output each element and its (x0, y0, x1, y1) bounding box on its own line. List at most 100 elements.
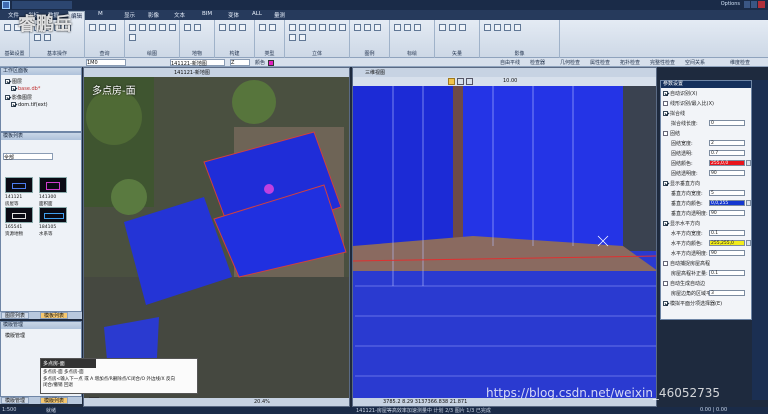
tab-template-manager[interactable]: 模版管理 (1, 397, 30, 404)
stereo-icon[interactable] (339, 24, 346, 31)
zoom-level[interactable]: 20.4% (254, 399, 270, 405)
color-picker-button[interactable] (746, 160, 751, 166)
parameter-value-field[interactable]: 255,255,0 (709, 240, 745, 246)
parameter-value-field[interactable]: 0.1 (709, 230, 745, 236)
menu-text[interactable]: 文本 (172, 11, 187, 19)
undo-icon[interactable] (34, 34, 41, 41)
stereo-icon[interactable] (289, 24, 296, 31)
template-filter-dropdown[interactable]: 全部 (3, 153, 53, 161)
template-thumb[interactable] (5, 177, 33, 193)
menu-image[interactable]: 影像 (146, 11, 161, 19)
tree-item-layers[interactable]: 图层 (5, 78, 22, 85)
parameter-value-field[interactable]: 0 (709, 120, 745, 126)
tree-item-image-layers[interactable]: 影像图层 (5, 94, 32, 101)
checkbox[interactable] (663, 301, 668, 306)
point-icon[interactable] (169, 24, 176, 31)
check-item-1[interactable]: 自由平线 (500, 59, 520, 66)
checkbox[interactable] (663, 91, 668, 96)
legend-icon[interactable] (374, 24, 381, 31)
app-icon[interactable] (2, 1, 10, 9)
feature-icon[interactable] (194, 24, 201, 31)
mark-icon[interactable] (404, 24, 411, 31)
check-item-4[interactable]: 属性检查 (590, 59, 610, 66)
map-dropdown[interactable]: 141121-新地图 (170, 59, 225, 67)
checkbox[interactable] (663, 221, 668, 226)
menu-measure[interactable]: 量测 (272, 11, 287, 19)
parameter-value-field[interactable]: 2 (709, 140, 745, 146)
build-icon[interactable] (219, 24, 226, 31)
parameter-value-field[interactable]: 0.1 (709, 270, 745, 276)
checkbox[interactable] (663, 181, 668, 186)
line-icon[interactable] (129, 24, 136, 31)
stereo-icon[interactable] (289, 34, 296, 41)
three-d-zoom[interactable]: 10.00 (503, 78, 517, 84)
window-controls[interactable] (744, 1, 766, 9)
menu-variant[interactable]: 变体 (226, 11, 241, 19)
tool-icon[interactable] (466, 78, 473, 85)
tab-template-list2[interactable]: 模版列表 (40, 397, 69, 404)
vector-icon[interactable] (449, 24, 456, 31)
check-item-3[interactable]: 几何检查 (560, 59, 580, 66)
feature-icon[interactable] (184, 24, 191, 31)
parameter-value-field[interactable]: 0,0,255 (709, 200, 745, 206)
tree-item-dom[interactable]: dom.tif(ext) (11, 102, 48, 108)
color-swatch[interactable] (268, 60, 274, 66)
circle-icon[interactable] (159, 24, 166, 31)
check-item-2[interactable]: 检查器 (530, 59, 545, 66)
check-item-7[interactable]: 空间关系 (685, 59, 705, 66)
three-d-view[interactable]: 三维视图 10.00 3785.2 8.29 3137366.838 21.87… (352, 67, 657, 407)
quick-access-toolbar[interactable] (12, 1, 72, 9)
vector-icon[interactable] (459, 24, 466, 31)
type-icon[interactable] (269, 24, 276, 31)
menu-all[interactable]: ALL (250, 11, 264, 17)
checkbox[interactable] (663, 261, 668, 266)
tool-icon[interactable] (457, 78, 464, 85)
image-icon[interactable] (484, 24, 491, 31)
tab-template-list[interactable]: 模板列表 (40, 312, 69, 319)
parameter-value-field[interactable]: 3 (709, 290, 745, 296)
legend-icon[interactable] (364, 24, 371, 31)
menu-bim[interactable]: BIM (200, 11, 214, 17)
build-icon[interactable] (229, 24, 236, 31)
polygon-icon[interactable] (139, 24, 146, 31)
mark-icon[interactable] (414, 24, 421, 31)
type-icon[interactable] (259, 24, 266, 31)
tab-layer-list[interactable]: 图层列表 (1, 312, 30, 319)
legend-icon[interactable] (354, 24, 361, 31)
stereo-icon[interactable] (329, 24, 336, 31)
tool-icon[interactable] (448, 78, 455, 85)
parameter-value-field[interactable]: 0.7 (709, 150, 745, 156)
mark-icon[interactable] (394, 24, 401, 31)
parameter-value-field[interactable]: 255,0,0 (709, 160, 745, 166)
color-picker-button[interactable] (746, 240, 751, 246)
parameter-value-field[interactable]: 90 (709, 210, 745, 216)
build-icon[interactable] (239, 24, 246, 31)
checkbox[interactable] (663, 281, 668, 286)
parameter-value-field[interactable]: 5 (709, 190, 745, 196)
mode-dropdown[interactable]: 1M0 (86, 59, 126, 66)
template-thumb[interactable] (39, 207, 67, 223)
object-dropdown[interactable]: Z (230, 59, 250, 66)
parameter-value-field[interactable]: 90 (709, 170, 745, 176)
stereo-icon[interactable] (299, 24, 306, 31)
image-icon[interactable] (494, 24, 501, 31)
options-label[interactable]: Options (721, 1, 740, 7)
redo-icon[interactable] (44, 34, 51, 41)
three-d-image[interactable] (353, 86, 657, 398)
ortho-view[interactable]: 141121-新地图 多点房-面 20.4% (83, 67, 350, 407)
tree-item-base[interactable]: base.db* (11, 86, 40, 92)
template-thumb[interactable] (5, 207, 33, 223)
arc-icon[interactable] (149, 24, 156, 31)
image-icon[interactable] (504, 24, 511, 31)
color-picker-button[interactable] (746, 200, 751, 206)
rect-icon[interactable] (129, 34, 136, 41)
stereo-icon[interactable] (319, 24, 326, 31)
parameter-value-field[interactable]: 90 (709, 250, 745, 256)
check-item-5[interactable]: 拓扑检查 (620, 59, 640, 66)
stereo-icon[interactable] (309, 24, 316, 31)
image-icon[interactable] (514, 24, 521, 31)
vector-icon[interactable] (439, 24, 446, 31)
template-thumb[interactable] (39, 177, 67, 193)
checkbox[interactable] (663, 131, 668, 136)
check-item-6[interactable]: 完整性检查 (650, 59, 675, 66)
